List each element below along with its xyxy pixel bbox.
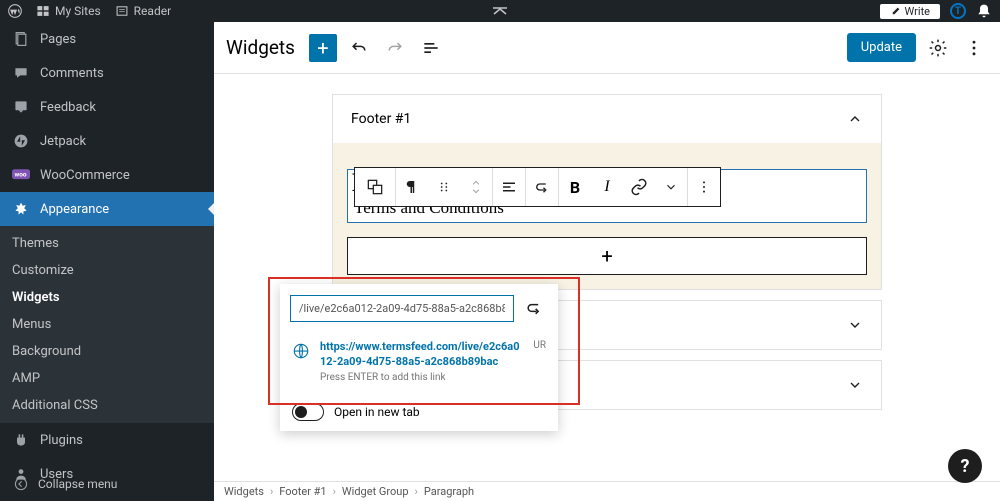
block-more-button[interactable] [688, 168, 720, 206]
crumb-paragraph[interactable]: Paragraph [424, 485, 474, 498]
feedback-icon [12, 98, 30, 116]
more-formatting-button[interactable] [655, 168, 687, 206]
submenu-widgets[interactable]: Widgets [0, 284, 214, 311]
globe-icon [292, 342, 310, 360]
direction-button[interactable] [526, 168, 558, 206]
widget-body: Legal [333, 143, 881, 289]
suggestion-hint: Press ENTER to add this link [320, 372, 523, 383]
plugins-icon [12, 431, 30, 449]
write-label: Write [905, 5, 930, 18]
submenu-addcss[interactable]: Additional CSS [0, 392, 214, 419]
collapse-menu[interactable]: Collapse menu [0, 467, 214, 501]
collapse-label: Collapse menu [38, 477, 117, 491]
menu-label: WooCommerce [40, 168, 130, 183]
help-button[interactable]: ? [948, 449, 982, 483]
collapse-icon [12, 475, 30, 493]
drag-handle[interactable] [428, 168, 460, 206]
user-avatar[interactable]: T [950, 3, 966, 19]
align-button[interactable] [493, 168, 525, 206]
my-sites-label: My Sites [55, 4, 101, 18]
menu-pages[interactable]: Pages [0, 22, 214, 56]
bold-button[interactable]: B [559, 168, 591, 206]
link-suggestion[interactable]: https://www.termsfeed.com/live/e2c6a012-… [280, 332, 558, 393]
link-popover: https://www.termsfeed.com/live/e2c6a012-… [280, 284, 558, 431]
new-tab-toggle[interactable] [292, 403, 324, 421]
new-tab-label: Open in new tab [334, 405, 420, 419]
submenu-customize[interactable]: Customize [0, 257, 214, 284]
link-submit-button[interactable] [520, 294, 548, 322]
open-new-tab-row: Open in new tab [280, 393, 558, 431]
suggestion-url: https://www.termsfeed.com/live/e2c6a012-… [320, 340, 523, 370]
menu-label: Jetpack [40, 134, 86, 149]
write-button[interactable]: Write [880, 4, 940, 19]
url-badge: UR [533, 340, 546, 351]
reader-link[interactable]: Reader [115, 4, 171, 18]
woocommerce-icon: woo [12, 166, 30, 184]
settings-button[interactable] [924, 34, 952, 62]
widget-group-block[interactable]: Legal [347, 169, 867, 223]
widget-area-header[interactable]: Footer #1 [333, 95, 881, 143]
italic-button[interactable]: I [591, 168, 623, 206]
editor-header: Widgets + Update [214, 22, 1000, 74]
submenu-background[interactable]: Background [0, 338, 214, 365]
more-options-button[interactable] [960, 34, 988, 62]
pages-icon [12, 30, 30, 48]
admin-sidebar: Pages Comments Feedback Jetpack woo WooC… [0, 22, 214, 501]
svg-text:woo: woo [14, 171, 26, 179]
link-url-input[interactable] [290, 295, 514, 322]
menu-woocommerce[interactable]: woo WooCommerce [0, 158, 214, 192]
redo-button[interactable] [381, 34, 409, 62]
admin-bar: My Sites Reader Write T [0, 0, 1000, 22]
chevron-up-icon [847, 111, 863, 127]
block-breadcrumb: Widgets › Footer #1 › Widget Group › Par… [214, 481, 1000, 501]
menu-comments[interactable]: Comments [0, 56, 214, 90]
update-button[interactable]: Update [847, 33, 916, 62]
crumb-group[interactable]: Widget Group [342, 485, 409, 498]
undo-button[interactable] [345, 34, 373, 62]
move-arrows-button[interactable] [460, 168, 492, 206]
submenu-themes[interactable]: Themes [0, 230, 214, 257]
widget-area-title: Footer #1 [351, 111, 411, 127]
crumb-widgets[interactable]: Widgets [224, 485, 264, 498]
comments-icon [12, 64, 30, 82]
menu-label: Pages [40, 32, 76, 47]
append-block-button[interactable]: + [347, 237, 867, 275]
menu-label: Comments [40, 66, 104, 81]
crumb-footer[interactable]: Footer #1 [279, 485, 326, 498]
wp-logo[interactable] [8, 4, 22, 18]
jetpack-icon [12, 132, 30, 150]
menu-label: Feedback [40, 100, 96, 115]
list-view-button[interactable] [417, 34, 445, 62]
link-button[interactable] [623, 168, 655, 206]
menu-appearance[interactable]: Appearance [0, 192, 214, 226]
submenu-amp[interactable]: AMP [0, 365, 214, 392]
appearance-icon [12, 200, 30, 218]
block-toolbar: B I [354, 167, 721, 207]
block-type-button[interactable] [355, 168, 395, 206]
adminbar-center-icon[interactable] [492, 6, 508, 16]
add-block-button[interactable]: + [309, 34, 337, 62]
editor-title: Widgets [226, 36, 295, 59]
appearance-submenu: Themes Customize Widgets Menus Backgroun… [0, 226, 214, 423]
submenu-menus[interactable]: Menus [0, 311, 214, 338]
menu-label: Plugins [40, 433, 83, 448]
chevron-down-icon [847, 377, 863, 393]
paragraph-icon-button[interactable] [396, 168, 428, 206]
menu-feedback[interactable]: Feedback [0, 90, 214, 124]
menu-plugins[interactable]: Plugins [0, 423, 214, 457]
chevron-down-icon [847, 317, 863, 333]
notifications-icon[interactable] [976, 3, 992, 19]
menu-label: Appearance [40, 202, 109, 217]
my-sites-link[interactable]: My Sites [36, 4, 101, 18]
widget-area-footer1: Footer #1 Legal [332, 94, 882, 290]
menu-jetpack[interactable]: Jetpack [0, 124, 214, 158]
reader-label: Reader [134, 4, 171, 18]
